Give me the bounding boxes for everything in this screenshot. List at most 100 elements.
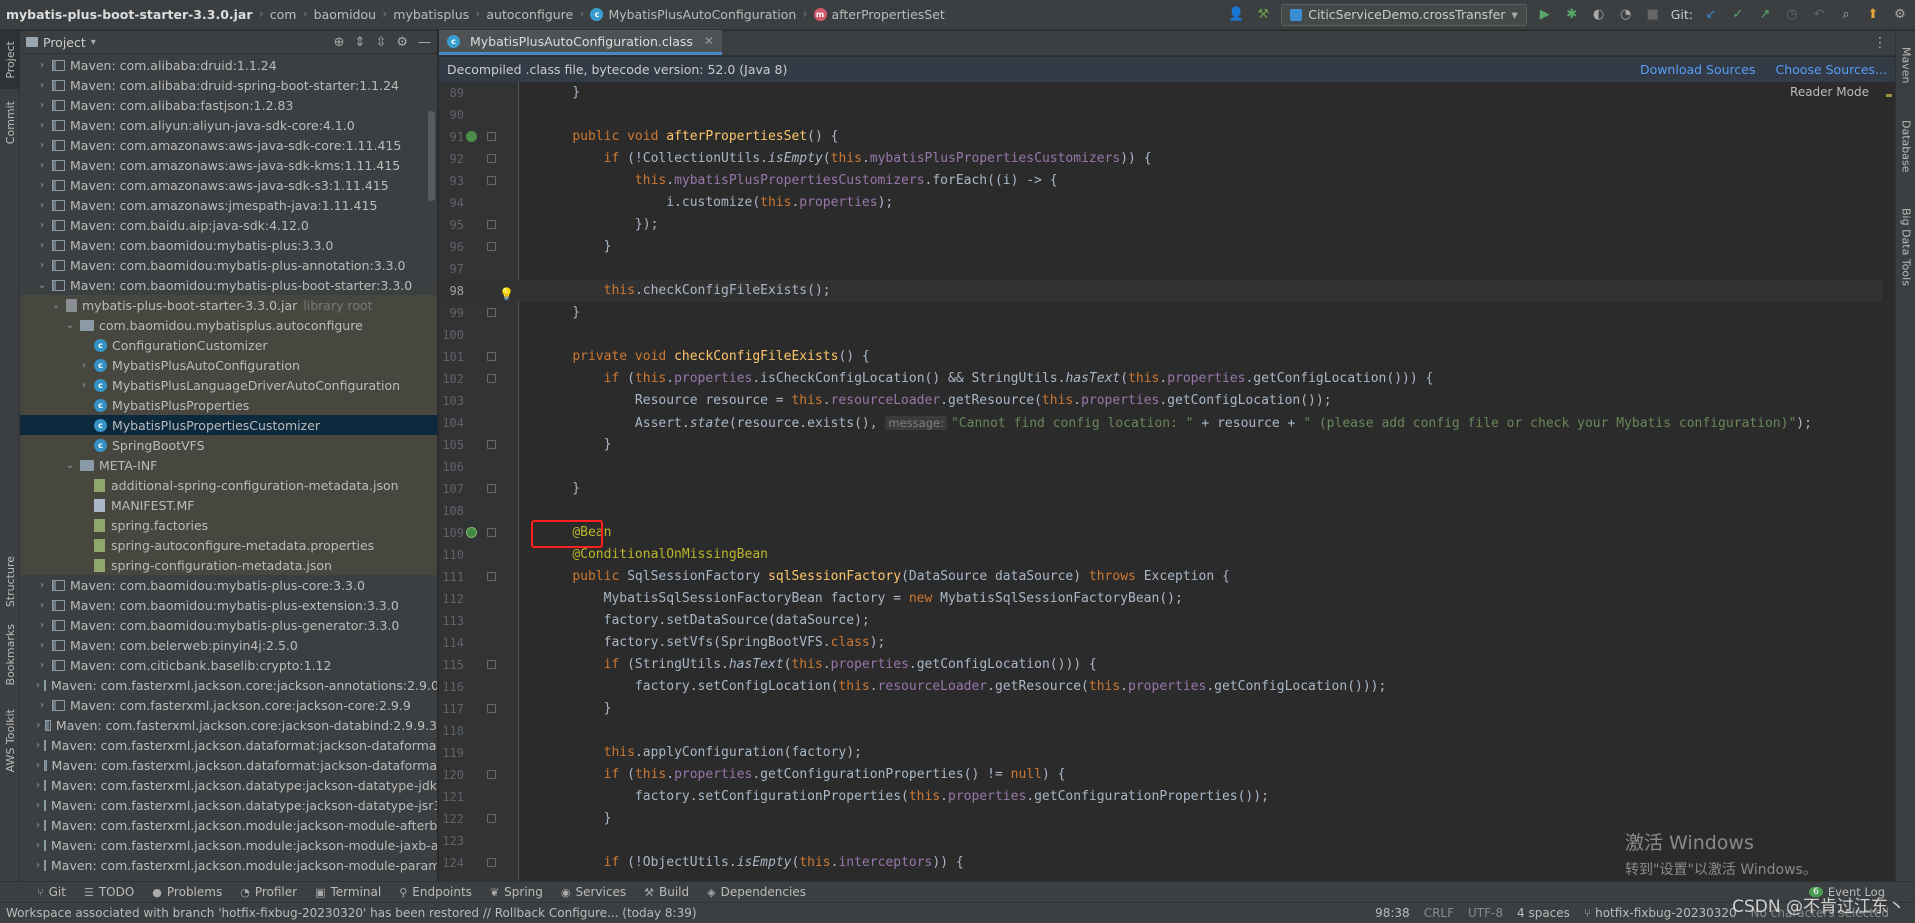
chevron-right-icon[interactable]: › (36, 240, 48, 251)
fold-marker-icon[interactable] (487, 242, 496, 251)
code-line[interactable]: 91 public void afterPropertiesSet() { (439, 126, 1895, 148)
chevron-right-icon[interactable]: › (78, 380, 90, 391)
fold-marker-icon[interactable] (487, 814, 496, 823)
line-number[interactable]: 118 (439, 720, 464, 742)
fold-marker-icon[interactable] (487, 528, 496, 537)
locate-icon[interactable]: ⊕ (334, 35, 345, 50)
fold-marker-icon[interactable] (487, 572, 496, 581)
chevron-right-icon[interactable]: › (36, 680, 40, 691)
line-number[interactable]: 102 (439, 368, 464, 390)
tree-item[interactable]: › Maven: com.alibaba:druid-spring-boot-st… (20, 75, 437, 95)
line-number[interactable]: 104 (439, 412, 464, 434)
tree-item[interactable]: › Maven: com.fasterxml.jackson.dataformat… (20, 755, 437, 775)
chevron-right-icon[interactable]: › (36, 660, 48, 671)
line-number[interactable]: 95 (439, 214, 464, 236)
code-line[interactable]: 105 } (439, 434, 1895, 456)
tree-item[interactable]: › Maven: com.fasterxml.jackson.core:jacks… (20, 715, 437, 735)
project-view-select[interactable]: Project ▾ (26, 35, 96, 50)
tree-item[interactable]: › Maven: com.fasterxml.jackson.module:jac… (20, 815, 437, 835)
code-line[interactable]: 92 if (!CollectionUtils.isEmpty(this.myb… (439, 148, 1895, 170)
chevron-right-icon[interactable]: › (78, 360, 90, 371)
tool-tab-big-data-tools[interactable]: Big Data Tools (1896, 197, 1915, 297)
fold-marker-icon[interactable] (487, 440, 496, 449)
line-number[interactable]: 107 (439, 478, 464, 500)
tree-item[interactable]: spring-configuration-metadata.json (20, 555, 437, 575)
tree-item[interactable]: ⌄ mybatis-plus-boot-starter-3.3.0.jar libr… (20, 295, 437, 315)
line-number[interactable]: 94 (439, 192, 464, 214)
fold-marker-icon[interactable] (487, 484, 496, 493)
reader-mode-toggle[interactable]: Reader Mode (1790, 85, 1869, 99)
tree-item[interactable]: › Maven: com.fasterxml.jackson.module:jac… (20, 855, 437, 875)
chevron-down-icon[interactable]: ⌄ (64, 320, 76, 331)
fold-marker-icon[interactable] (487, 176, 496, 185)
code-line[interactable]: 112 MybatisSqlSessionFactoryBean factory… (439, 588, 1895, 610)
git-commit-icon[interactable]: ✓ (1729, 6, 1747, 24)
indent-setting[interactable]: 4 spaces (1517, 906, 1570, 920)
choose-sources-link[interactable]: Choose Sources... (1776, 62, 1888, 77)
code-line[interactable]: 114 factory.setVfs(SpringBootVFS.class); (439, 632, 1895, 654)
bottom-tab-dependencies[interactable]: ◈ Dependencies (698, 885, 815, 899)
tree-item[interactable]: › c MybatisPlusLanguageDriverAutoConfigura… (20, 375, 437, 395)
chevron-right-icon[interactable]: › (36, 620, 48, 631)
git-branch[interactable]: ⑂ hotfix-fixbug-20230320 (1584, 906, 1737, 920)
tool-tab-aws-toolkit[interactable]: AWS Toolkit (0, 699, 20, 783)
line-number[interactable]: 105 (439, 434, 464, 456)
code-line[interactable]: 93 this.mybatisPlusPropertiesCustomizers… (439, 170, 1895, 192)
chevron-right-icon[interactable]: › (36, 800, 40, 811)
gear-icon[interactable]: ⚙ (396, 35, 408, 50)
spring-bean-icon[interactable] (466, 527, 477, 538)
override-icon[interactable] (466, 131, 477, 142)
chevron-right-icon[interactable]: › (36, 780, 40, 791)
breadcrumb-item[interactable]: com (270, 7, 297, 22)
tree-item[interactable]: › Maven: com.amazonaws:aws-java-sdk-kms:1… (20, 155, 437, 175)
line-number[interactable]: 121 (439, 786, 464, 808)
chevron-right-icon[interactable]: › (36, 140, 48, 151)
tree-item[interactable]: › Maven: com.alibaba:fastjson:1.2.83 (20, 95, 437, 115)
breadcrumb-item[interactable]: baomidou (314, 7, 376, 22)
chevron-right-icon[interactable]: › (36, 60, 48, 71)
git-push-icon[interactable]: ↗ (1756, 6, 1774, 24)
code-line[interactable]: 113 factory.setDataSource(dataSource); (439, 610, 1895, 632)
chevron-right-icon[interactable]: › (36, 580, 48, 591)
tree-item[interactable]: › Maven: com.baomidou:mybatis-plus-annota… (20, 255, 437, 275)
line-number[interactable]: 89 (439, 82, 464, 104)
tool-tab-structure[interactable]: Structure (0, 551, 20, 613)
tree-item[interactable]: › Maven: com.baomidou:mybatis-plus:3.3.0 (20, 235, 437, 255)
code-line[interactable]: 107 } (439, 478, 1895, 500)
line-number[interactable]: 91 (439, 126, 464, 148)
line-number[interactable]: 112 (439, 588, 464, 610)
code-line[interactable]: 102 if (this.properties.isCheckConfigLoc… (439, 368, 1895, 390)
minimize-icon[interactable]: — (418, 35, 431, 50)
tree-item[interactable]: › Maven: com.alibaba:druid:1.1.24 (20, 55, 437, 75)
editor-scrollbar[interactable] (1883, 82, 1895, 881)
chevron-right-icon[interactable]: › (36, 700, 48, 711)
tree-item[interactable]: › Maven: com.baomidou:mybatis-plus-genera… (20, 615, 437, 635)
file-encoding[interactable]: UTF-8 (1468, 906, 1503, 920)
chevron-right-icon[interactable]: › (36, 80, 48, 91)
tree-item[interactable]: › c MybatisPlusAutoConfiguration (20, 355, 437, 375)
close-icon[interactable]: ✕ (704, 34, 714, 48)
fold-marker-icon[interactable] (487, 374, 496, 383)
bottom-tab-git[interactable]: ⑂ Git (28, 885, 75, 899)
code-line[interactable]: 115 if (StringUtils.hasText(this.propert… (439, 654, 1895, 676)
bottom-tab-spring[interactable]: ❦ Spring (481, 885, 552, 899)
line-number[interactable]: 113 (439, 610, 464, 632)
code-line[interactable]: 118 (439, 720, 1895, 742)
more-icon[interactable]: ⋮ (1865, 35, 1895, 51)
bottom-tab-build[interactable]: ⚒ Build (635, 885, 698, 899)
search-icon[interactable]: ⌕ (1837, 6, 1855, 24)
fold-marker-icon[interactable] (487, 154, 496, 163)
code-line[interactable]: 110 @ConditionalOnMissingBean (439, 544, 1895, 566)
expand-all-icon[interactable]: ⇕ (355, 35, 366, 50)
fold-marker-icon[interactable] (487, 770, 496, 779)
chevron-right-icon[interactable]: › (36, 820, 40, 831)
fold-marker-icon[interactable] (487, 308, 496, 317)
line-number[interactable]: 93 (439, 170, 464, 192)
line-number[interactable]: 99 (439, 302, 464, 324)
tree-item[interactable]: › Maven: com.fasterxml.jackson.core:jacks… (20, 675, 437, 695)
line-number[interactable]: 103 (439, 390, 464, 412)
chevron-down-icon[interactable]: ⌄ (36, 280, 48, 291)
code-line[interactable]: 104 Assert.state(resource.exists(), mess… (439, 412, 1895, 434)
tool-tab-project[interactable]: Project (0, 31, 20, 89)
chevron-down-icon[interactable]: ⌄ (50, 300, 62, 311)
